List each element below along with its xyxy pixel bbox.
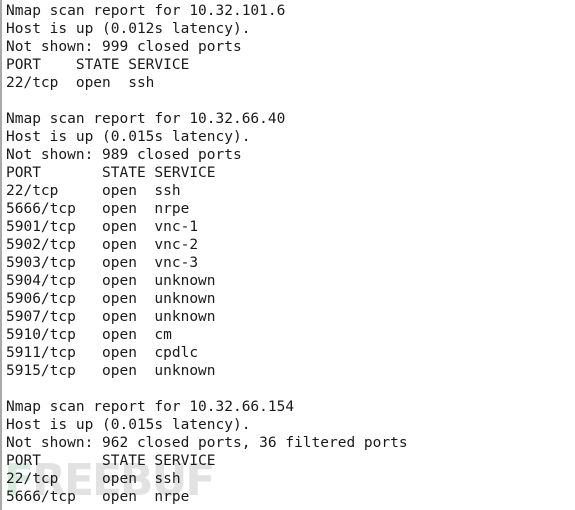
nmap-scan-output-text: Nmap scan report for 10.32.101.6 Host is… (6, 3, 408, 505)
terminal-output-pane: FREEBUF Nmap scan report for 10.32.101.6… (0, 0, 575, 510)
